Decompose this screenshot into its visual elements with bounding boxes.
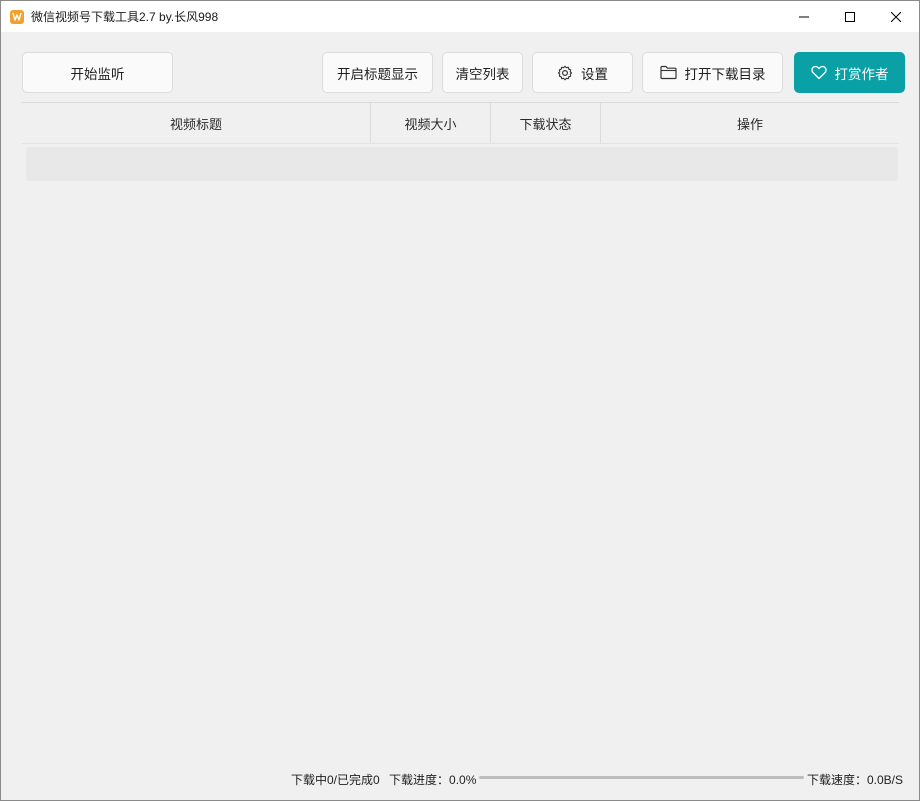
app-window: 微信视频号下载工具2.7 by.长风998 开始监听 开启标题显示 清空列表 设… <box>0 0 920 801</box>
open-download-dir-button[interactable]: 打开下载目录 <box>642 52 783 93</box>
download-count-text: 下载中0/已完成0 <box>291 773 380 787</box>
progress-bar <box>479 776 804 779</box>
close-icon <box>891 11 901 22</box>
column-header-actions[interactable]: 操作 <box>601 103 899 143</box>
table-empty-row <box>26 147 898 181</box>
progress-label: 下载进度： <box>389 773 450 787</box>
window-controls <box>781 1 919 32</box>
maximize-icon <box>845 11 855 22</box>
table-header: 视频标题 视频大小 下载状态 操作 <box>22 103 899 144</box>
status-bar: 下载中0/已完成0 下载进度：0.0% 下载速度：0.0B/S <box>1 765 919 791</box>
clear-list-button[interactable]: 清空列表 <box>442 52 523 93</box>
gear-icon <box>557 65 573 80</box>
title-display-button[interactable]: 开启标题显示 <box>322 52 433 93</box>
reward-author-label: 打赏作者 <box>834 66 889 82</box>
column-header-download-status[interactable]: 下载状态 <box>491 103 601 143</box>
download-status-group: 下载中0/已完成0 下载进度：0.0% <box>291 771 476 788</box>
reward-author-button[interactable]: 打赏作者 <box>794 52 905 93</box>
column-header-video-title[interactable]: 视频标题 <box>22 103 371 143</box>
start-listen-label: 开始监听 <box>70 66 125 82</box>
speed-value: 0.0B/S <box>866 773 903 787</box>
settings-label: 设置 <box>581 66 608 82</box>
progress-value: 0.0% <box>449 773 477 787</box>
close-button[interactable] <box>873 1 919 32</box>
start-listen-button[interactable]: 开始监听 <box>22 52 173 93</box>
app-logo-icon <box>10 9 24 24</box>
clear-list-label: 清空列表 <box>455 66 510 82</box>
folder-icon <box>659 65 677 80</box>
download-speed-group: 下载速度：0.0B/S <box>807 771 903 788</box>
heart-icon <box>810 65 827 80</box>
minimize-button[interactable] <box>781 1 827 32</box>
maximize-button[interactable] <box>827 1 873 32</box>
minimize-icon <box>799 16 809 17</box>
title-display-label: 开启标题显示 <box>337 66 418 82</box>
window-title: 微信视频号下载工具2.7 by.长风998 <box>31 10 219 24</box>
speed-label: 下载速度： <box>806 773 867 787</box>
settings-button[interactable]: 设置 <box>532 52 633 93</box>
open-download-dir-label: 打开下载目录 <box>684 66 766 82</box>
title-bar: 微信视频号下载工具2.7 by.长风998 <box>1 1 919 32</box>
column-header-video-size[interactable]: 视频大小 <box>371 103 491 143</box>
